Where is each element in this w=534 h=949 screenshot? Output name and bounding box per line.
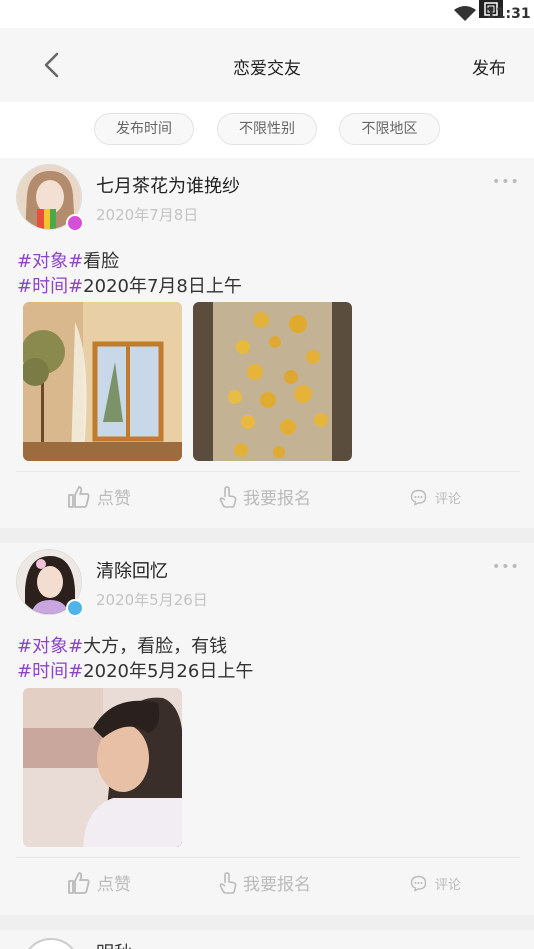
- signup-button[interactable]: 我要报名: [219, 484, 311, 509]
- thumbs-up-icon: [68, 485, 90, 508]
- comment-button[interactable]: 评论: [410, 488, 461, 507]
- post-date: 2020年5月26日: [96, 591, 208, 609]
- tag-time[interactable]: #时间#: [17, 276, 83, 297]
- filter-publish-time[interactable]: 发布时间: [94, 113, 194, 145]
- username[interactable]: 七月茶花为谁挽纱: [96, 172, 240, 198]
- female-badge-icon: [66, 214, 84, 232]
- comment-icon: [410, 489, 427, 506]
- like-label: 点赞: [97, 489, 131, 509]
- post-target-line: #对象#看脸: [17, 247, 119, 273]
- clock-time: 11:31: [486, 6, 531, 22]
- tag-target[interactable]: #对象#: [17, 636, 83, 657]
- post-card: [0, 930, 534, 949]
- post-time-line: #时间#2020年5月26日上午: [17, 657, 253, 683]
- divider: [16, 857, 520, 858]
- signup-button[interactable]: 我要报名: [219, 870, 311, 895]
- navigation-bar: 恋爱交友 发布: [0, 28, 534, 102]
- divider: [16, 471, 520, 472]
- publish-button[interactable]: 发布: [472, 54, 506, 79]
- like-label: 点赞: [97, 875, 131, 895]
- post-card: 七月茶花为谁挽纱 2020年7月8日 ••• #对象#看脸 #时间#2020年7…: [0, 158, 534, 528]
- tag-target[interactable]: #对象#: [17, 251, 83, 272]
- filter-bar: 发布时间 不限性别 不限地区: [0, 102, 534, 158]
- avatar[interactable]: [16, 549, 84, 617]
- tag-time[interactable]: #时间#: [17, 661, 83, 682]
- like-button[interactable]: 点赞: [67, 484, 131, 509]
- filter-region[interactable]: 不限地区: [339, 113, 440, 145]
- post-time-line: #时间#2020年7月8日上午: [17, 272, 242, 298]
- comment-icon: [410, 875, 427, 892]
- post-target-line: #对象#大方，看脸，有钱: [17, 632, 227, 658]
- target-text: 大方，看脸，有钱: [83, 636, 228, 657]
- post-photo[interactable]: [23, 688, 182, 847]
- post-photo[interactable]: [23, 302, 182, 461]
- hand-pointer-icon: [219, 871, 237, 894]
- filter-gender[interactable]: 不限性别: [217, 113, 317, 145]
- status-bar: 11:31: [0, 0, 534, 28]
- post-photo[interactable]: [193, 302, 352, 461]
- comment-label: 评论: [435, 878, 462, 893]
- more-options-icon[interactable]: •••: [492, 559, 520, 575]
- wifi-icon: [454, 6, 476, 21]
- username[interactable]: 清除回忆: [96, 557, 168, 583]
- thumbs-up-icon: [68, 871, 90, 894]
- avatar[interactable]: [16, 164, 84, 232]
- page-title: 恋爱交友: [233, 59, 301, 79]
- comment-button[interactable]: 评论: [410, 874, 461, 893]
- time-text: 2020年7月8日上午: [83, 276, 242, 297]
- post-date: 2020年7月8日: [96, 206, 199, 224]
- comment-label: 评论: [435, 492, 462, 507]
- like-button[interactable]: 点赞: [67, 870, 131, 895]
- time-text: 2020年5月26日上午: [83, 661, 254, 682]
- male-badge-icon: [66, 599, 84, 617]
- post-card: 清除回忆 2020年5月26日 ••• #对象#大方，看脸，有钱 #时间#202…: [0, 543, 534, 915]
- hand-pointer-icon: [219, 485, 237, 508]
- signup-label: 我要报名: [243, 489, 311, 509]
- username[interactable]: 明秋: [96, 939, 132, 949]
- signup-label: 我要报名: [243, 875, 311, 895]
- more-options-icon[interactable]: •••: [492, 174, 520, 190]
- target-text: 看脸: [83, 251, 120, 272]
